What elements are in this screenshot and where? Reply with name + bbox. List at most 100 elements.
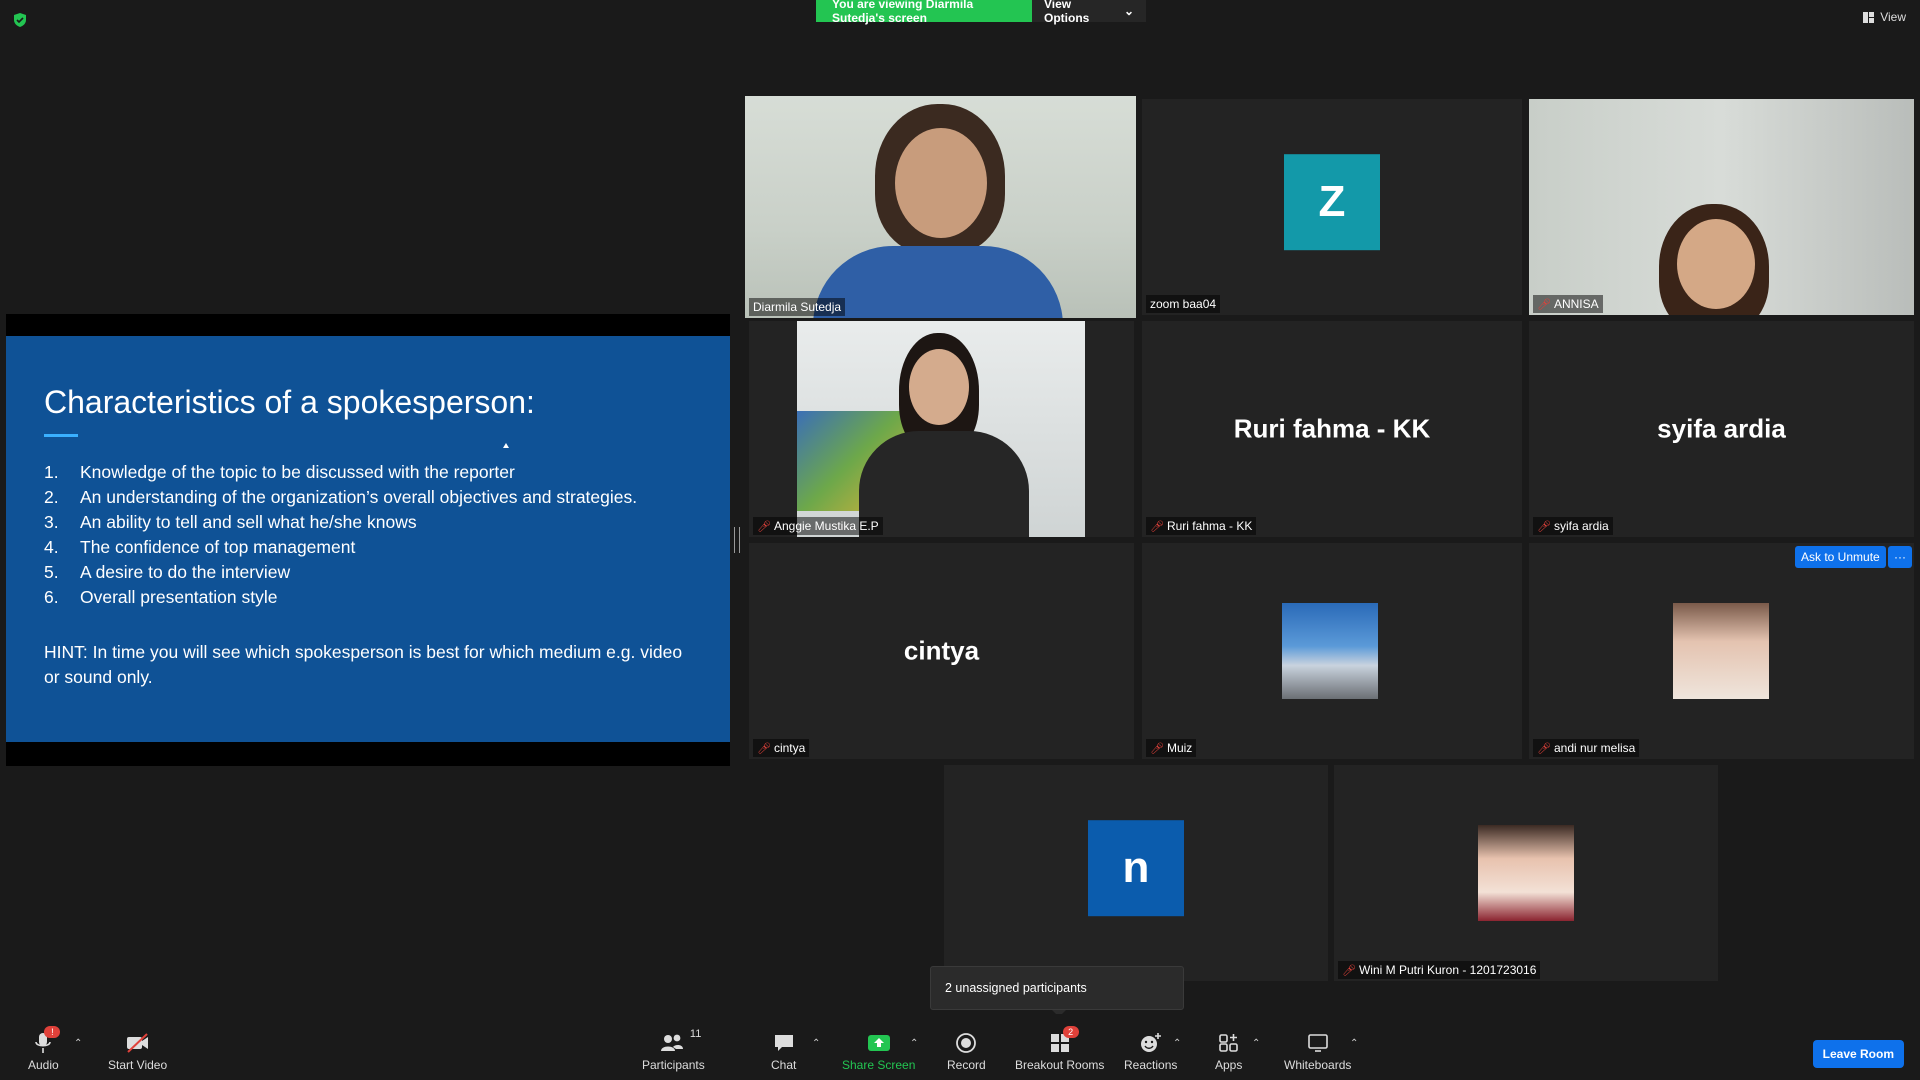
name-tag: 🎤︎ Muiz	[1146, 739, 1197, 757]
share-screen-button[interactable]: Share Screen	[842, 1030, 915, 1072]
video-tile-n[interactable]: n	[944, 765, 1328, 981]
participant-display-name: syifa ardia	[1657, 413, 1786, 444]
more-options-button[interactable]: ···	[1888, 546, 1912, 568]
slide-hint: HINT: In time you will see which spokesp…	[44, 642, 683, 687]
split-resize-handle[interactable]	[734, 527, 740, 553]
reactions-button[interactable]: Reactions	[1124, 1030, 1177, 1072]
chat-button[interactable]: Chat	[771, 1030, 796, 1072]
whiteboards-label: Whiteboards	[1284, 1058, 1352, 1072]
profile-picture	[1478, 825, 1574, 921]
muted-mic-icon: 🎤︎	[757, 520, 771, 533]
apps-options-caret[interactable]: ⌃	[1252, 1038, 1260, 1049]
microphone-icon: !	[34, 1026, 61, 1056]
video-tile-ruri[interactable]: Ruri fahma - KK 🎤︎ Ruri fahma - KK	[1142, 321, 1522, 537]
breakout-rooms-label: Breakout Rooms	[1015, 1058, 1105, 1072]
whiteboard-icon	[1307, 1030, 1329, 1056]
start-video-button[interactable]: Start Video	[108, 1030, 167, 1072]
ask-to-unmute-button[interactable]: Ask to Unmute	[1795, 546, 1886, 568]
video-tile-andi[interactable]: 🎤︎ andi nur melisa	[1529, 543, 1914, 759]
audio-button[interactable]: ! Audio	[28, 1026, 61, 1072]
chat-icon	[773, 1030, 795, 1056]
cursor-icon	[503, 443, 509, 448]
record-button[interactable]: Record	[947, 1030, 986, 1072]
view-label: View	[1880, 10, 1906, 24]
video-tile-muiz[interactable]: 🎤︎ Muiz	[1142, 543, 1522, 759]
shield-icon[interactable]	[12, 12, 28, 28]
video-tile-cintya[interactable]: cintya 🎤︎ cintya	[749, 543, 1134, 759]
name-tag: 🎤︎ andi nur melisa	[1533, 739, 1640, 757]
whiteboards-button[interactable]: Whiteboards	[1284, 1030, 1351, 1072]
list-item: 1. Knowledge of the topic to be discussed…	[44, 462, 515, 482]
view-button[interactable]: View	[1863, 10, 1906, 24]
list-item: 4. The confidence of top management	[44, 537, 356, 557]
profile-picture	[1673, 603, 1769, 699]
name-tag: Diarmila Sutedja	[749, 298, 846, 316]
audio-options-caret[interactable]: ⌃	[74, 1038, 82, 1049]
muted-mic-icon: 🎤︎	[1342, 964, 1356, 977]
shared-screen[interactable]: Characteristics of a spokesperson: 1. Kno…	[6, 314, 730, 766]
list-item: 3. An ability to tell and sell what he/sh…	[44, 512, 417, 532]
breakout-rooms-icon: 2	[1049, 1026, 1079, 1056]
leave-room-button[interactable]: Leave Room	[1812, 1040, 1904, 1068]
muted-mic-icon: 🎤︎	[1150, 742, 1164, 755]
muted-mic-icon: 🎤︎	[1537, 298, 1551, 311]
participants-count: 11	[689, 1028, 702, 1040]
reactions-icon	[1139, 1030, 1163, 1056]
name-tag: 🎤︎ Ruri fahma - KK	[1146, 517, 1257, 535]
face-shape	[909, 349, 969, 425]
audio-label: Audio	[28, 1058, 59, 1072]
video-tile-zoom-baa04[interactable]: Z zoom baa04	[1142, 99, 1522, 315]
view-options-button[interactable]: View Options ⌄	[1032, 0, 1146, 25]
profile-picture	[1282, 603, 1378, 699]
list-item: 5. A desire to do the interview	[44, 562, 291, 582]
name-tag: 🎤︎ ANNISA	[1533, 295, 1603, 313]
screen-share-banner: You are viewing Diarmila Sutedja's scree…	[816, 0, 1146, 25]
whiteboards-options-caret[interactable]: ⌃	[1350, 1038, 1358, 1049]
name-tag: 🎤︎ Anggie Mustika E.P	[753, 517, 883, 535]
share-options-caret[interactable]: ⌃	[910, 1038, 918, 1049]
view-options-label: View Options	[1044, 0, 1090, 25]
face-shape	[1677, 219, 1755, 309]
shirt-shape	[859, 431, 1029, 537]
video-tile-wini[interactable]: 🎤︎ Wini M Putri Kuron - 1201723016	[1334, 765, 1718, 981]
breakout-rooms-button[interactable]: 2 Breakout Rooms	[1015, 1026, 1105, 1072]
slide-title: Characteristics of a spokesperson:	[44, 384, 535, 420]
unassigned-participants-tooltip: 2 unassigned participants	[930, 966, 1184, 1010]
participants-icon: 11	[659, 1028, 701, 1056]
record-label: Record	[947, 1058, 986, 1072]
title-underline	[44, 434, 78, 437]
chat-options-caret[interactable]: ⌃	[812, 1038, 820, 1049]
avatar: n	[1088, 820, 1184, 917]
participants-button[interactable]: 11 Participants	[642, 1028, 705, 1072]
start-video-label: Start Video	[108, 1058, 168, 1072]
participants-label: Participants	[642, 1058, 705, 1072]
list-item: 6. Overall presentation style	[44, 587, 278, 607]
face-shape	[895, 128, 987, 238]
chevron-down-icon: ⌄	[1123, 4, 1134, 18]
participant-display-name: cintya	[903, 635, 980, 666]
reactions-options-caret[interactable]: ⌃	[1173, 1038, 1181, 1049]
audio-warning-badge: !	[44, 1026, 61, 1038]
reactions-label: Reactions	[1124, 1058, 1178, 1072]
apps-icon	[1218, 1030, 1240, 1056]
apps-label: Apps	[1215, 1058, 1243, 1072]
name-tag: 🎤︎ Wini M Putri Kuron - 1201723016	[1338, 961, 1541, 979]
name-tag: zoom baa04	[1146, 295, 1221, 313]
muted-mic-icon: 🎤︎	[757, 742, 771, 755]
share-screen-icon	[867, 1030, 891, 1056]
viewing-screen-label: You are viewing Diarmila Sutedja's scree…	[816, 0, 1032, 25]
avatar: Z	[1284, 154, 1380, 251]
video-tile-syifa[interactable]: syifa ardia 🎤︎ syifa ardia	[1529, 321, 1914, 537]
grid-view-icon	[1863, 11, 1875, 23]
video-tile-anggie[interactable]: 🎤︎ Anggie Mustika E.P	[749, 321, 1134, 537]
video-off-icon	[125, 1030, 151, 1056]
video-tile-annisa[interactable]: 🎤︎ ANNISA	[1529, 99, 1914, 315]
apps-button[interactable]: Apps	[1215, 1030, 1242, 1072]
participant-display-name: Ruri fahma - KK	[1233, 413, 1431, 444]
name-tag: 🎤︎ syifa ardia	[1533, 517, 1613, 535]
record-icon	[955, 1030, 977, 1056]
muted-mic-icon: 🎤︎	[1150, 520, 1164, 533]
breakout-badge: 2	[1062, 1026, 1079, 1038]
video-tile-diarmila[interactable]: Diarmila Sutedja	[745, 96, 1136, 318]
presentation-slide: Characteristics of a spokesperson: 1. Kno…	[6, 336, 730, 742]
